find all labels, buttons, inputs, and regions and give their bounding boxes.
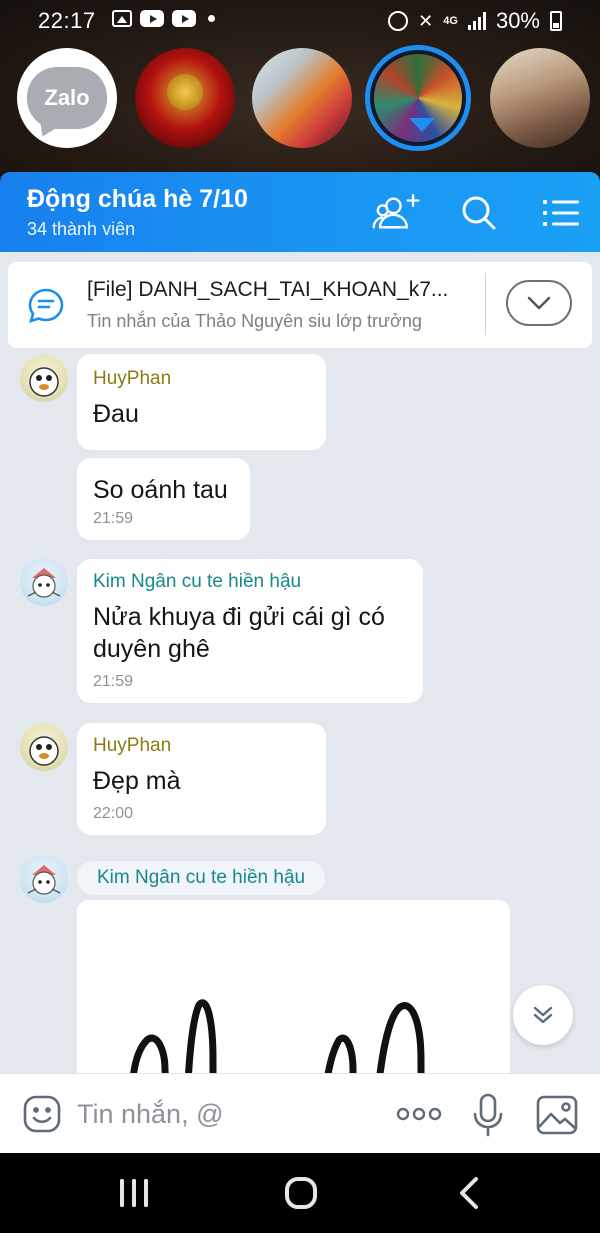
add-member-icon <box>372 193 420 229</box>
chat-bubble-avatar-2[interactable] <box>252 48 352 148</box>
sender-name[interactable]: HuyPhan <box>93 368 310 390</box>
back-button[interactable] <box>450 1175 490 1211</box>
chevron-down-icon <box>527 296 551 310</box>
message-time: 22:00 <box>93 805 134 822</box>
send-image-button[interactable] <box>534 1094 580 1136</box>
home-button[interactable] <box>281 1175 321 1211</box>
youtube-notification-icon-2 <box>172 10 196 27</box>
avatar-kim-ngan[interactable] <box>20 855 68 903</box>
menu-list-icon <box>543 200 579 226</box>
sticker-button[interactable] <box>22 1094 62 1134</box>
image-message[interactable] <box>77 900 510 1073</box>
message-text: Đau <box>93 400 139 428</box>
sender-name[interactable]: Kim Ngân cu te hiền hậu <box>93 571 407 593</box>
back-icon <box>460 1177 478 1209</box>
avatar-image <box>29 367 59 397</box>
more-notifications-icon <box>208 15 215 22</box>
group-title[interactable]: Động chúa hè 7/10 <box>27 185 248 214</box>
system-navigation-bar <box>0 1153 600 1233</box>
status-time: 22:17 <box>38 8 96 33</box>
sender-name-pill[interactable]: Kim Ngân cu te hiền hậu <box>77 861 326 895</box>
signal-icon <box>467 12 486 30</box>
system-icons: ✕ 4G 30% <box>388 8 562 34</box>
search-icon <box>462 196 496 230</box>
more-dots-icon <box>396 1107 442 1121</box>
message-time: 21:59 <box>93 510 134 527</box>
image-gallery-icon <box>536 1095 578 1135</box>
voice-message-button[interactable] <box>470 1092 506 1138</box>
message-composer <box>0 1073 600 1153</box>
sender-name[interactable]: HuyPhan <box>93 735 310 757</box>
pinned-subtitle: Tin nhắn của Thảo Nguyên siu lớp trưởng <box>87 311 422 331</box>
sticker-drawing <box>130 999 425 1073</box>
status-bar: 22:17 ✕ 4G 30% <box>0 0 600 40</box>
pinned-title: [File] DANH_SACH_TAI_KHOAN_k7... <box>87 278 449 301</box>
expand-pinned-button[interactable] <box>506 280 572 326</box>
avatar-huyphan[interactable] <box>20 723 68 771</box>
search-button[interactable] <box>454 190 504 236</box>
gallery-notification-icon <box>112 10 132 27</box>
notification-icons <box>112 10 215 27</box>
top-banner: 22:17 ✕ 4G 30% Zalo <box>0 0 600 178</box>
recent-apps-button[interactable] <box>114 1175 154 1211</box>
avatar-image <box>29 736 59 766</box>
network-type: 4G <box>443 14 458 27</box>
message-text: So oánh tau <box>93 476 228 504</box>
avatar-image <box>27 865 61 895</box>
message-bubble[interactable]: Kim Ngân cu te hiền hậu Nửa khuya đi gửi… <box>77 559 423 703</box>
battery-level: 30% <box>495 8 540 33</box>
scroll-to-bottom-button[interactable] <box>513 985 573 1045</box>
pinned-message-bar[interactable]: [File] DANH_SACH_TAI_KHOAN_k7... Tin nhắ… <box>8 262 592 348</box>
message-bubble[interactable]: HuyPhan Đẹp mà 22:00 <box>77 723 326 835</box>
message-bubble[interactable]: So oánh tau 21:59 <box>77 458 250 540</box>
message-bubble[interactable]: HuyPhan Đau <box>77 354 326 450</box>
conversation-bubbles: Zalo <box>0 44 600 174</box>
message-text: Nửa khuya đi gửi cái gì có duyên ghê <box>93 603 385 663</box>
more-options-button[interactable] <box>393 1098 445 1130</box>
mute-icon: ✕ <box>418 10 434 31</box>
avatar-kim-ngan[interactable] <box>20 558 68 606</box>
chat-area[interactable]: [File] DANH_SACH_TAI_KHOAN_k7... Tin nhắ… <box>0 252 600 1073</box>
member-count[interactable]: 34 thành viên <box>27 219 135 240</box>
chat-bubble-avatar-4[interactable] <box>490 48 590 148</box>
avatar-huyphan[interactable] <box>20 354 68 402</box>
chat-bubble-avatar-1[interactable] <box>135 48 235 148</box>
battery-icon <box>550 11 562 31</box>
zalo-home-bubble[interactable]: Zalo <box>17 48 117 148</box>
pinned-message-icon <box>28 288 64 324</box>
message-text: Đẹp mà <box>93 767 181 795</box>
microphone-icon <box>473 1093 503 1137</box>
add-member-button[interactable] <box>372 190 422 236</box>
youtube-notification-icon <box>140 10 164 27</box>
avatar-image <box>27 568 61 598</box>
menu-button[interactable] <box>536 190 586 236</box>
chat-header: Động chúa hè 7/10 34 thành viên <box>0 172 600 252</box>
active-bubble-pointer-icon <box>409 118 435 132</box>
message-input[interactable] <box>77 1094 377 1134</box>
alarm-icon <box>388 11 409 31</box>
message-time: 21:59 <box>93 673 134 690</box>
emoji-icon <box>23 1095 61 1133</box>
double-chevron-down-icon <box>533 1006 553 1024</box>
pinned-divider <box>485 273 486 335</box>
recents-icon <box>120 1179 148 1207</box>
home-icon <box>285 1177 317 1209</box>
zalo-logo: Zalo <box>27 67 107 129</box>
